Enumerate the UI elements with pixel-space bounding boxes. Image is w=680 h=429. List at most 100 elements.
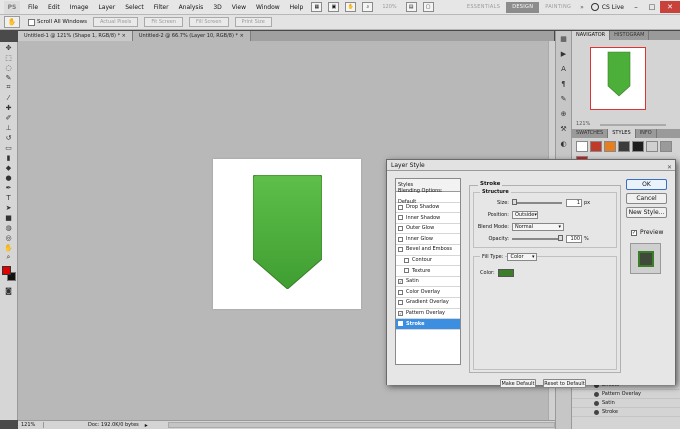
zoom-tool-icon[interactable]: ⌕ (362, 2, 374, 12)
brushes-panel-icon[interactable]: ✎ (559, 95, 569, 104)
checkbox-empty-icon[interactable] (404, 257, 409, 263)
slider-knob[interactable] (512, 199, 517, 205)
status-menu-arrow-icon[interactable]: ▸ (145, 422, 148, 429)
blur-tool-icon[interactable]: ◆ (2, 163, 15, 172)
checkbox-checked-icon[interactable]: ✓ (398, 279, 403, 285)
color-swatches[interactable] (1, 266, 16, 282)
style-item-gradient-overlay[interactable]: Gradient Overlay (396, 298, 460, 309)
style-item-texture[interactable]: Texture (396, 266, 460, 277)
screen-mode-icon[interactable]: ▢ (422, 2, 434, 12)
marquee-tool-icon[interactable]: ⬚ (2, 53, 15, 62)
3d-orbit-tool-icon[interactable]: ◎ (2, 233, 15, 242)
dialog-title-bar[interactable]: Layer Style ✕ (387, 160, 675, 171)
style-item-satin[interactable]: ✓ Satin (396, 277, 460, 288)
size-input[interactable]: 1 (566, 199, 582, 207)
cs-live-button[interactable]: CS Live (587, 3, 628, 11)
checkbox-empty-icon[interactable] (398, 247, 403, 253)
foreground-color-swatch[interactable] (1, 266, 11, 275)
menu-view[interactable]: View (227, 4, 251, 11)
navigator-zoom-value[interactable]: 121% (576, 121, 590, 127)
tab-styles[interactable]: STYLES (608, 129, 636, 138)
type-tool-icon[interactable]: T (2, 193, 15, 202)
close-tab-icon[interactable]: × (122, 33, 126, 39)
shape-tool-icon[interactable]: ■ (2, 213, 15, 222)
minibridge-icon[interactable]: ▣ (328, 2, 340, 12)
menu-select[interactable]: Select (120, 4, 149, 11)
doc-tab-untitled-2[interactable]: Untitled-2 @ 66.7% (Layer 10, RGB/8) * × (132, 31, 251, 41)
layer-effect-row[interactable]: Stroke (572, 408, 680, 417)
menu-file[interactable]: File (23, 4, 43, 11)
crop-tool-icon[interactable]: ⌗ (2, 83, 15, 92)
actual-pixels-button[interactable]: Actual Pixels (92, 17, 139, 27)
style-swatch[interactable] (660, 141, 672, 152)
style-item-color-overlay[interactable]: Color Overlay (396, 287, 460, 298)
style-swatch[interactable] (632, 141, 644, 152)
eye-icon[interactable] (594, 410, 599, 415)
fill-type-select[interactable]: Color ▾ (507, 253, 538, 261)
tab-histogram[interactable]: HISTOGRAM (610, 31, 650, 40)
hand-tool-icon[interactable]: ✋ (2, 243, 15, 252)
close-button[interactable]: ✕ (660, 1, 680, 13)
zoom-level[interactable]: 120% (382, 4, 396, 10)
slider-knob[interactable] (558, 235, 563, 241)
blending-options-item[interactable]: Blending Options: Default (396, 188, 460, 205)
lasso-tool-icon[interactable]: ◌ (2, 63, 15, 72)
3d-rotate-tool-icon[interactable]: ◍ (2, 223, 15, 232)
menu-filter[interactable]: Filter (149, 4, 174, 11)
style-item-bevel-and-emboss[interactable]: Bevel and Emboss (396, 245, 460, 256)
size-slider[interactable] (512, 199, 562, 205)
actions-panel-icon[interactable]: ▶ (559, 50, 569, 59)
cancel-button[interactable]: Cancel (626, 193, 667, 204)
checkbox-empty-icon[interactable] (398, 215, 403, 221)
ribbon-shape[interactable] (253, 175, 322, 289)
ok-button[interactable]: OK (626, 179, 667, 190)
position-select[interactable]: Outside ▾ (512, 211, 538, 219)
menu-edit[interactable]: Edit (43, 4, 65, 11)
style-item-inner-glow[interactable]: Inner Glow (396, 234, 460, 245)
layer-effect-row[interactable]: Satin (572, 399, 680, 408)
character-panel-icon[interactable]: A (559, 65, 569, 74)
adjustments-panel-icon[interactable]: ◐ (559, 140, 569, 149)
navigator-zoom-slider[interactable] (600, 124, 666, 126)
clone-source-panel-icon[interactable]: ⊕ (559, 110, 569, 119)
checkbox-empty-icon[interactable] (398, 226, 403, 232)
menu-help[interactable]: Help (285, 4, 309, 11)
checkbox-empty-icon[interactable] (404, 268, 409, 274)
brush-tool-icon[interactable]: ✐ (2, 113, 15, 122)
fill-screen-button[interactable]: Fill Screen (189, 17, 229, 27)
checkbox-empty-icon[interactable] (398, 300, 403, 306)
tab-info[interactable]: INFO (636, 129, 657, 138)
move-tool-icon[interactable]: ✥ (2, 43, 15, 52)
more-workspaces-icon[interactable]: » (577, 4, 587, 11)
stroke-color-swatch[interactable] (497, 269, 514, 277)
status-zoom[interactable]: 121% (18, 422, 44, 428)
menu-analysis[interactable]: Analysis (174, 4, 209, 11)
navigator-thumbnail[interactable] (590, 47, 646, 110)
arrange-documents-icon[interactable]: ▤ (405, 2, 417, 12)
style-item-inner-shadow[interactable]: Inner Shadow (396, 213, 460, 224)
document-canvas[interactable] (213, 159, 361, 309)
make-default-button[interactable]: Make Default (500, 379, 536, 388)
bridge-icon[interactable]: ▦ (311, 2, 323, 12)
fit-screen-button[interactable]: Fit Screen (144, 17, 184, 27)
paragraph-panel-icon[interactable]: ¶ (559, 80, 569, 89)
new-style-button[interactable]: New Style... (626, 207, 667, 218)
dodge-tool-icon[interactable]: ● (2, 173, 15, 182)
style-swatch[interactable] (576, 141, 588, 152)
preview-checkbox[interactable]: ✓ Preview (631, 229, 663, 236)
print-size-button[interactable]: Print Size (234, 17, 272, 27)
eye-icon[interactable] (594, 392, 599, 397)
horizontal-scrollbar[interactable] (167, 422, 555, 428)
gradient-tool-icon[interactable]: ▮ (2, 153, 15, 162)
workspace-essentials[interactable]: ESSENTIALS (461, 4, 506, 10)
pen-tool-icon[interactable]: ✒ (2, 183, 15, 192)
maximize-button[interactable]: □ (644, 1, 660, 13)
hand-icon[interactable]: ✋ (4, 16, 20, 28)
checkbox-checked-icon[interactable]: ✓ (398, 321, 403, 327)
history-panel-icon[interactable]: ▦ (559, 35, 569, 44)
menu-image[interactable]: Image (65, 4, 94, 11)
close-tab-icon[interactable]: × (240, 33, 244, 39)
zoom-tool-icon[interactable]: ⌕ (2, 253, 15, 262)
style-swatch[interactable] (590, 141, 602, 152)
style-swatch[interactable] (646, 141, 658, 152)
